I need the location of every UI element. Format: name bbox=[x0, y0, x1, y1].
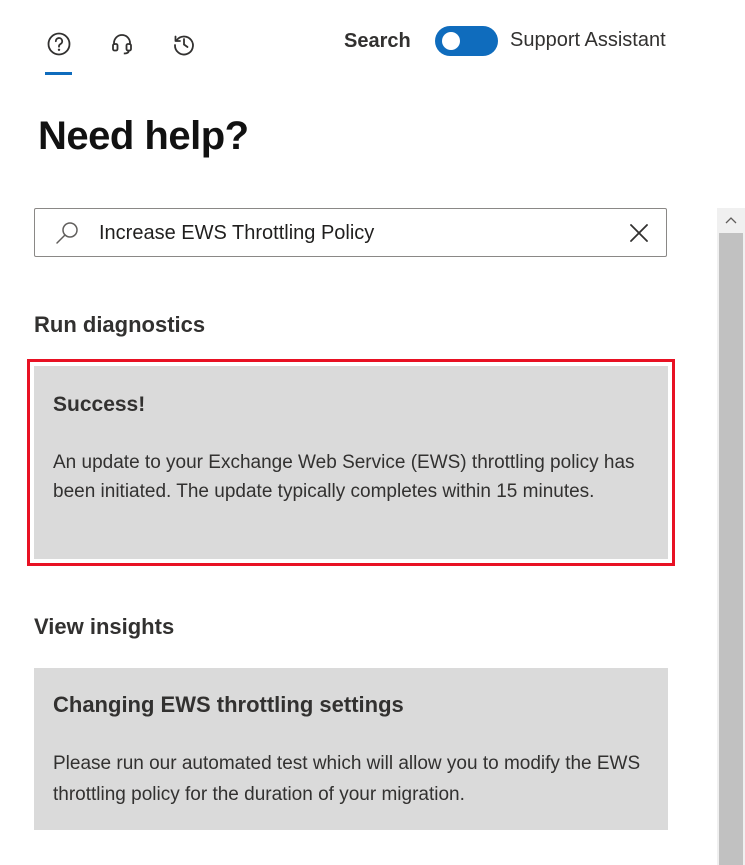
history-icon[interactable] bbox=[168, 28, 200, 60]
toggle-knob bbox=[442, 32, 460, 50]
scrollbar-thumb[interactable] bbox=[719, 233, 743, 865]
support-assistant-label: Support Assistant bbox=[510, 29, 666, 51]
support-assistant-toggle[interactable] bbox=[435, 26, 498, 56]
vertical-scrollbar[interactable] bbox=[717, 208, 745, 865]
scroll-up-arrow-icon[interactable] bbox=[717, 208, 745, 232]
result-title: Success! bbox=[53, 393, 146, 416]
page-title: Need help? bbox=[38, 114, 249, 158]
close-icon[interactable] bbox=[626, 220, 652, 246]
insight-card[interactable]: Changing EWS throttling settings Please … bbox=[34, 668, 668, 830]
diagnostic-result-card: Success! An update to your Exchange Web … bbox=[34, 366, 668, 559]
insight-title: Changing EWS throttling settings bbox=[53, 692, 404, 717]
search-input[interactable] bbox=[99, 222, 619, 245]
active-tab-indicator bbox=[45, 72, 72, 75]
view-insights-heading: View insights bbox=[34, 614, 175, 639]
insight-description: Please run our automated test which will… bbox=[53, 753, 641, 805]
run-diagnostics-heading: Run diagnostics bbox=[34, 312, 206, 337]
search-box bbox=[34, 208, 667, 257]
help-circle-icon[interactable] bbox=[43, 28, 75, 60]
search-icon bbox=[56, 222, 78, 244]
search-mode-label: Search bbox=[344, 30, 411, 52]
result-message: An update to your Exchange Web Service (… bbox=[53, 452, 635, 502]
headset-icon[interactable] bbox=[106, 28, 138, 60]
top-bar: Search Support Assistant bbox=[0, 0, 745, 80]
